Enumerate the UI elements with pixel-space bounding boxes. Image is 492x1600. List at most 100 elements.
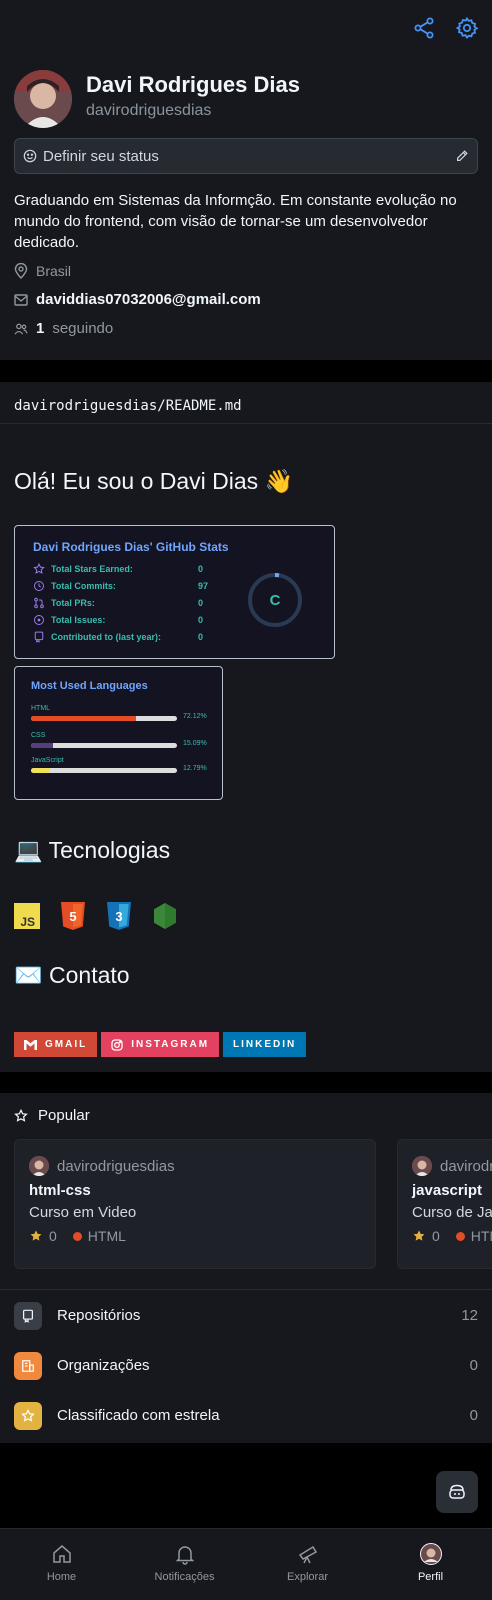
instagram-badge[interactable]: INSTAGRAM [101, 1032, 220, 1057]
language-item: HTML 72.12% [31, 705, 211, 721]
list-item-starred[interactable]: Classificado com estrela 0 [0, 1392, 492, 1442]
grade-ring: C [247, 572, 303, 628]
profile-login: davirodriguesdias [86, 102, 212, 119]
copilot-icon [448, 1484, 466, 1500]
repo-owner: davirodriguesdias [412, 1156, 492, 1176]
repo-description: Curso de Ja [412, 1204, 492, 1221]
linkedin-badge[interactable]: LINKEDIN [223, 1032, 307, 1057]
stat-value: 0 [198, 632, 204, 642]
stat-label: Total PRs: [51, 598, 95, 608]
copilot-button[interactable] [436, 1471, 478, 1513]
stat-row: Contributed to (last year): 0 [33, 631, 203, 643]
stats-title: Davi Rodrigues Dias' GitHub Stats [33, 540, 229, 554]
divider [0, 1289, 492, 1290]
profile-full-name: Davi Rodrigues Dias [86, 72, 300, 97]
stat-label: Total Stars Earned: [51, 564, 133, 574]
readme-greeting: Olá! Eu sou o Davi Dias 👋 [14, 468, 294, 494]
owner-avatar [29, 1156, 49, 1176]
home-icon [51, 1543, 73, 1565]
readme-path-file: README.md [165, 398, 242, 414]
list-item-count: 0 [469, 1407, 478, 1424]
html5-icon: 5 [60, 902, 86, 930]
svg-text:5: 5 [69, 909, 76, 924]
readme-path-owner: davirodriguesdias/ [14, 398, 166, 414]
nav-home[interactable]: Home [0, 1529, 123, 1600]
javascript-icon: JS [14, 902, 40, 930]
repo-icon [14, 1302, 42, 1330]
repo-name: javascript [412, 1182, 483, 1199]
popular-heading: Popular [38, 1107, 90, 1124]
gmail-badge[interactable]: GMAIL [14, 1032, 98, 1057]
divider [0, 423, 492, 424]
mail-icon [14, 293, 28, 306]
language-percent: 72.12% [183, 713, 207, 720]
language-bar-fill [31, 743, 54, 748]
list-item-organizations[interactable]: Organizações 0 [0, 1342, 492, 1392]
profile-avatar-icon [419, 1543, 442, 1565]
readme-path[interactable]: davirodriguesdias/README.md [14, 398, 242, 414]
nav-notifications-label: Notificações [154, 1571, 215, 1583]
nav-explore[interactable]: Explorar [246, 1529, 369, 1600]
gear-icon[interactable] [455, 16, 479, 40]
bell-icon [174, 1543, 196, 1565]
repo-stars: 0 [432, 1228, 440, 1244]
github-stats-card: Davi Rodrigues Dias' GitHub Stats Total … [14, 525, 335, 659]
following-count: 1 [36, 320, 45, 337]
history-icon [34, 581, 44, 591]
repo-icon [34, 631, 44, 643]
language-bar [31, 716, 177, 721]
repo-card[interactable]: davirodriguesdias javascript Curso de Ja… [397, 1139, 492, 1269]
nav-home-label: Home [46, 1571, 77, 1583]
profile-bio: Graduando em Sistemas da Informção. Em c… [14, 192, 457, 251]
share-icon[interactable] [412, 16, 436, 40]
repo-meta: 0 HTML [29, 1228, 126, 1244]
location-icon [14, 263, 28, 279]
list-item-repositories[interactable]: Repositórios 12 [0, 1292, 492, 1342]
language-item: CSS 15.09% [31, 732, 211, 748]
telescope-icon [297, 1543, 319, 1565]
repo-description: Curso em Video [29, 1204, 137, 1221]
list-item-count: 0 [469, 1357, 478, 1374]
contact-heading: ✉️ Contato [14, 962, 130, 988]
star-icon [14, 1402, 42, 1430]
linkedin-badge-label: LINKEDIN [233, 1039, 297, 1050]
stat-label: Total Commits: [51, 581, 116, 591]
repo-card[interactable]: davirodriguesdias html-css Curso em Vide… [14, 1139, 376, 1269]
popular-header: Popular [14, 1107, 90, 1124]
svg-text:JS: JS [20, 915, 35, 929]
repo-language: HTML [470, 1228, 492, 1244]
stat-row: Total Commits: 97 [33, 580, 208, 592]
gmail-icon [24, 1039, 37, 1050]
gmail-badge-label: GMAIL [45, 1039, 88, 1050]
smiley-icon [23, 149, 37, 163]
nodejs-icon [152, 902, 178, 930]
nav-explore-label: Explorar [287, 1571, 328, 1583]
stat-label: Contributed to (last year): [51, 632, 162, 642]
language-percent: 15.09% [183, 740, 207, 747]
language-name: HTML [31, 705, 51, 712]
location-row: Brasil [14, 263, 71, 279]
popular-section: Popular davirodriguesdias html-css Curso… [0, 1093, 492, 1443]
profile-section: Davi Rodrigues Dias davirodriguesdias De… [0, 58, 492, 360]
pull-request-icon [34, 597, 44, 609]
following-row[interactable]: 1 seguindo [14, 320, 113, 337]
stat-label: Total Issues: [51, 615, 106, 625]
email-link[interactable]: daviddias07032006@gmail.com [36, 291, 261, 308]
nav-profile-label: Perfil [417, 1571, 444, 1583]
location-text: Brasil [36, 263, 72, 279]
avatar[interactable] [14, 70, 72, 128]
stat-value: 0 [198, 598, 204, 608]
list-item-count: 12 [461, 1307, 478, 1324]
readme-section: davirodriguesdias/README.md Olá! Eu sou … [0, 382, 492, 1072]
language-name: CSS [31, 732, 46, 739]
email-row[interactable]: daviddias07032006@gmail.com [14, 291, 261, 308]
nav-notifications[interactable]: Notificações [123, 1529, 246, 1600]
repo-language: HTML [87, 1228, 126, 1244]
tech-icons: JS 5 3 [14, 902, 178, 930]
pencil-icon [455, 149, 469, 163]
nav-profile[interactable]: Perfil [369, 1529, 492, 1600]
instagram-icon [111, 1038, 123, 1051]
language-dot [455, 1231, 465, 1241]
stat-value: 0 [198, 564, 204, 574]
set-status-button[interactable]: Definir seu status [14, 138, 478, 174]
